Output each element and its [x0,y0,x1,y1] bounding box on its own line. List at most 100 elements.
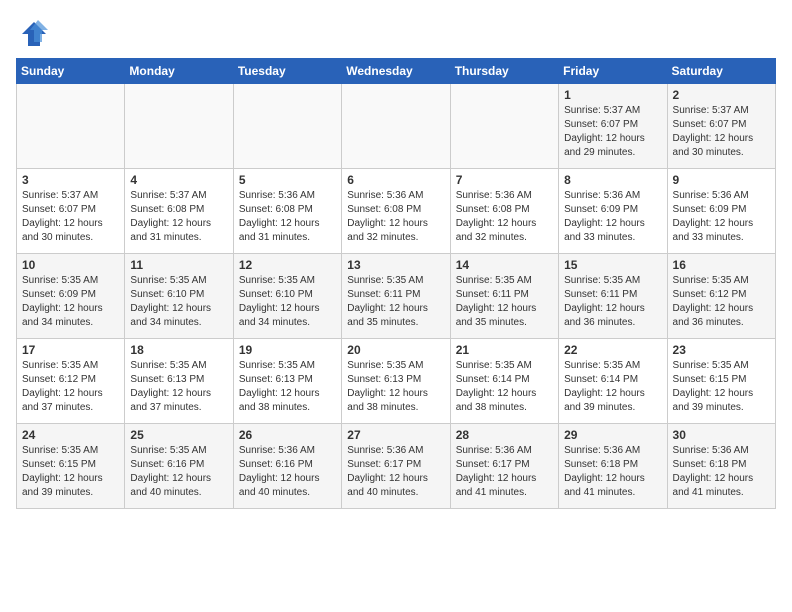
calendar-cell: 3 Sunrise: 5:37 AM Sunset: 6:07 PM Daylig… [17,169,125,254]
day-info: Sunrise: 5:35 AM Sunset: 6:10 PM Dayligh… [239,274,336,330]
calendar-cell: 24 Sunrise: 5:35 AM Sunset: 6:15 PM Dayli… [17,424,125,509]
calendar-cell: 15Sunrise: 5:35 AM Sunset: 6:11 PM Dayli… [559,254,667,339]
day-number: 9 [673,173,770,187]
day-number: 29 [564,428,661,442]
day-info: Sunrise: 5:35 AM Sunset: 6:14 PM Dayligh… [456,359,553,415]
calendar-cell [233,84,341,169]
day-info: Sunrise: 5:36 AM Sunset: 6:17 PM Dayligh… [456,444,553,500]
calendar-cell: 8 Sunrise: 5:36 AM Sunset: 6:09 PM Daylig… [559,169,667,254]
calendar-cell: 19 Sunrise: 5:35 AM Sunset: 6:13 PM Dayli… [233,339,341,424]
calendar-cell: 30 Sunrise: 5:36 AM Sunset: 6:18 PM Dayli… [667,424,775,509]
calendar-cell [342,84,450,169]
calendar-cell: 23 Sunrise: 5:35 AM Sunset: 6:15 PM Dayli… [667,339,775,424]
calendar-cell: 20 Sunrise: 5:35 AM Sunset: 6:13 PM Dayli… [342,339,450,424]
day-number: 5 [239,173,336,187]
day-number: 6 [347,173,444,187]
header-friday: Friday [559,59,667,84]
day-number: 17 [22,343,119,357]
calendar-cell: 28 Sunrise: 5:36 AM Sunset: 6:17 PM Dayli… [450,424,558,509]
day-number: 22 [564,343,661,357]
calendar-week-5: 24 Sunrise: 5:35 AM Sunset: 6:15 PM Dayli… [17,424,776,509]
day-info: Sunrise: 5:36 AM Sunset: 6:09 PM Dayligh… [673,189,770,245]
calendar-week-3: 10Sunrise: 5:35 AM Sunset: 6:09 PM Dayli… [17,254,776,339]
day-number: 24 [22,428,119,442]
day-number: 21 [456,343,553,357]
calendar-cell: 22 Sunrise: 5:35 AM Sunset: 6:14 PM Dayli… [559,339,667,424]
calendar-cell: 1Sunrise: 5:37 AM Sunset: 6:07 PM Daylig… [559,84,667,169]
day-info: Sunrise: 5:35 AM Sunset: 6:13 PM Dayligh… [347,359,444,415]
day-number: 28 [456,428,553,442]
day-info: Sunrise: 5:36 AM Sunset: 6:09 PM Dayligh… [564,189,661,245]
day-number: 8 [564,173,661,187]
day-info: Sunrise: 5:35 AM Sunset: 6:14 PM Dayligh… [564,359,661,415]
header-monday: Monday [125,59,233,84]
day-number: 25 [130,428,227,442]
header-sunday: Sunday [17,59,125,84]
day-number: 19 [239,343,336,357]
calendar-cell: 17 Sunrise: 5:35 AM Sunset: 6:12 PM Dayli… [17,339,125,424]
day-info: Sunrise: 5:36 AM Sunset: 6:08 PM Dayligh… [456,189,553,245]
calendar-week-2: 3 Sunrise: 5:37 AM Sunset: 6:07 PM Daylig… [17,169,776,254]
day-number: 26 [239,428,336,442]
day-info: Sunrise: 5:35 AM Sunset: 6:11 PM Dayligh… [456,274,553,330]
calendar-cell: 5Sunrise: 5:36 AM Sunset: 6:08 PM Daylig… [233,169,341,254]
calendar-week-4: 17 Sunrise: 5:35 AM Sunset: 6:12 PM Dayli… [17,339,776,424]
calendar-cell: 29 Sunrise: 5:36 AM Sunset: 6:18 PM Dayli… [559,424,667,509]
day-info: Sunrise: 5:35 AM Sunset: 6:15 PM Dayligh… [22,444,119,500]
day-info: Sunrise: 5:35 AM Sunset: 6:11 PM Dayligh… [347,274,444,330]
calendar-cell: 2 Sunrise: 5:37 AM Sunset: 6:07 PM Daylig… [667,84,775,169]
calendar-cell: 27 Sunrise: 5:36 AM Sunset: 6:17 PM Dayli… [342,424,450,509]
day-number: 23 [673,343,770,357]
calendar-cell: 10Sunrise: 5:35 AM Sunset: 6:09 PM Dayli… [17,254,125,339]
day-number: 30 [673,428,770,442]
day-info: Sunrise: 5:35 AM Sunset: 6:13 PM Dayligh… [130,359,227,415]
header [16,16,776,48]
day-number: 27 [347,428,444,442]
day-number: 12 [239,258,336,272]
calendar-cell: 21 Sunrise: 5:35 AM Sunset: 6:14 PM Dayli… [450,339,558,424]
day-number: 20 [347,343,444,357]
day-number: 1 [564,88,661,102]
calendar-cell: 4Sunrise: 5:37 AM Sunset: 6:08 PM Daylig… [125,169,233,254]
day-info: Sunrise: 5:35 AM Sunset: 6:15 PM Dayligh… [673,359,770,415]
day-info: Sunrise: 5:36 AM Sunset: 6:18 PM Dayligh… [564,444,661,500]
calendar-cell: 18 Sunrise: 5:35 AM Sunset: 6:13 PM Dayli… [125,339,233,424]
day-info: Sunrise: 5:35 AM Sunset: 6:13 PM Dayligh… [239,359,336,415]
day-number: 16 [673,258,770,272]
header-tuesday: Tuesday [233,59,341,84]
calendar-cell: 12 Sunrise: 5:35 AM Sunset: 6:10 PM Dayli… [233,254,341,339]
calendar-cell: 16 Sunrise: 5:35 AM Sunset: 6:12 PM Dayli… [667,254,775,339]
day-info: Sunrise: 5:37 AM Sunset: 6:08 PM Dayligh… [130,189,227,245]
calendar-cell [125,84,233,169]
day-info: Sunrise: 5:35 AM Sunset: 6:09 PM Dayligh… [22,274,119,330]
calendar-cell [17,84,125,169]
calendar-cell [450,84,558,169]
calendar-table: SundayMondayTuesdayWednesdayThursdayFrid… [16,58,776,509]
logo-icon [20,20,48,48]
day-number: 7 [456,173,553,187]
day-info: Sunrise: 5:35 AM Sunset: 6:10 PM Dayligh… [130,274,227,330]
day-info: Sunrise: 5:37 AM Sunset: 6:07 PM Dayligh… [22,189,119,245]
day-info: Sunrise: 5:36 AM Sunset: 6:16 PM Dayligh… [239,444,336,500]
day-info: Sunrise: 5:36 AM Sunset: 6:18 PM Dayligh… [673,444,770,500]
calendar-cell: 25 Sunrise: 5:35 AM Sunset: 6:16 PM Dayli… [125,424,233,509]
calendar-cell: 6Sunrise: 5:36 AM Sunset: 6:08 PM Daylig… [342,169,450,254]
day-number: 2 [673,88,770,102]
day-number: 3 [22,173,119,187]
day-number: 13 [347,258,444,272]
header-thursday: Thursday [450,59,558,84]
day-info: Sunrise: 5:35 AM Sunset: 6:16 PM Dayligh… [130,444,227,500]
day-info: Sunrise: 5:35 AM Sunset: 6:12 PM Dayligh… [22,359,119,415]
calendar-cell: 11Sunrise: 5:35 AM Sunset: 6:10 PM Dayli… [125,254,233,339]
calendar-cell: 13 Sunrise: 5:35 AM Sunset: 6:11 PM Dayli… [342,254,450,339]
day-info: Sunrise: 5:35 AM Sunset: 6:12 PM Dayligh… [673,274,770,330]
day-number: 14 [456,258,553,272]
header-saturday: Saturday [667,59,775,84]
day-info: Sunrise: 5:37 AM Sunset: 6:07 PM Dayligh… [673,104,770,160]
calendar-cell: 14 Sunrise: 5:35 AM Sunset: 6:11 PM Dayli… [450,254,558,339]
header-wednesday: Wednesday [342,59,450,84]
day-number: 18 [130,343,227,357]
day-info: Sunrise: 5:36 AM Sunset: 6:17 PM Dayligh… [347,444,444,500]
day-info: Sunrise: 5:35 AM Sunset: 6:11 PM Dayligh… [564,274,661,330]
calendar-cell: 26 Sunrise: 5:36 AM Sunset: 6:16 PM Dayli… [233,424,341,509]
